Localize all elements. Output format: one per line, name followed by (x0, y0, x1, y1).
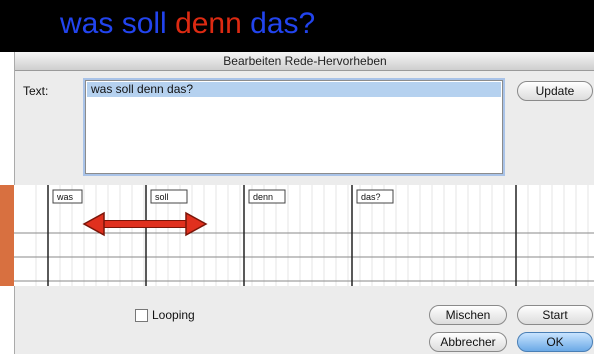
start-button[interactable]: Start (517, 305, 593, 325)
left-edge-strip (0, 185, 14, 286)
update-button[interactable]: Update (517, 81, 593, 101)
banner: was soll denn das? (0, 0, 594, 52)
banner-word-das: das? (250, 7, 316, 40)
timeline-editor[interactable]: was soll denn das? (0, 185, 594, 286)
text-label: Text: (23, 84, 49, 98)
ok-button[interactable]: OK (517, 332, 593, 352)
word-tag-label: denn (253, 192, 273, 202)
dialog-title: Bearbeiten Rede-Hervorheben (15, 52, 594, 71)
word-tag-label: was (56, 192, 74, 202)
abbrechen-button[interactable]: Abbrecher (429, 332, 507, 352)
banner-title: was soll denn das? (60, 6, 315, 42)
looping-label: Looping (152, 308, 195, 322)
word-tag-label: soll (155, 192, 169, 202)
banner-word-was: was (60, 7, 114, 40)
banner-word-soll: soll (121, 7, 167, 40)
banner-word-denn: denn (175, 7, 242, 40)
mischen-button[interactable]: Mischen (429, 305, 507, 325)
word-tag-label: das? (361, 192, 381, 202)
looping-checkbox[interactable]: Looping (135, 308, 195, 322)
checkbox-box[interactable] (135, 308, 148, 322)
text-input[interactable]: was soll denn das? (85, 80, 503, 174)
text-value: was soll denn das? (87, 82, 501, 97)
